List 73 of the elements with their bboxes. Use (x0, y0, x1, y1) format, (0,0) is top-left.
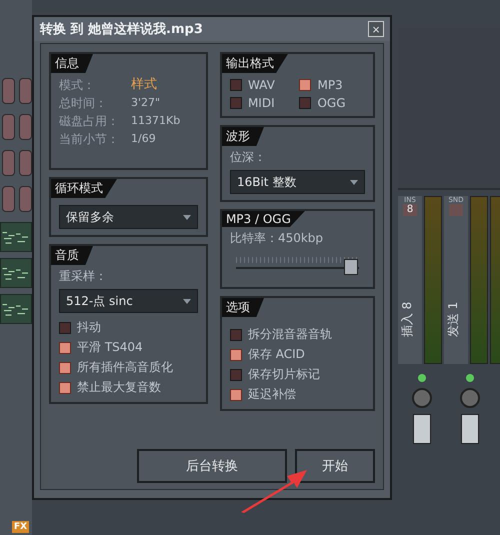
bit-depth-dropdown[interactable]: 16Bit 整数 (230, 170, 365, 194)
checkbox-label: MIDI (248, 96, 275, 110)
info-label: 模式： (59, 77, 96, 94)
led-icon (466, 374, 474, 382)
checkbox-label: MP3 (317, 78, 343, 92)
checkbox[interactable] (230, 79, 242, 91)
checkbox[interactable] (230, 328, 242, 340)
volume-fader[interactable] (461, 414, 479, 444)
checkbox[interactable] (230, 388, 242, 400)
info-label: 磁盘占用： (59, 113, 120, 130)
pad-button[interactable] (19, 150, 32, 176)
checkbox-label: 抖动 (77, 319, 101, 336)
info-value: 样式 (131, 76, 157, 94)
panel-heading: 循环模式 (51, 179, 117, 198)
checkbox-label: 保存 ACID (248, 346, 305, 363)
pad-button[interactable] (2, 78, 15, 104)
caret-icon (182, 298, 191, 304)
checkbox[interactable] (59, 322, 71, 334)
track-number[interactable]: 8 (403, 204, 417, 216)
pad-button[interactable] (2, 186, 15, 212)
checkbox[interactable] (59, 382, 71, 394)
checkbox-label: WAV (248, 78, 275, 92)
bitrate-label: 比特率：450kbp (228, 230, 324, 247)
pan-knob[interactable] (412, 388, 432, 408)
track-name: 插入 8 (399, 302, 416, 338)
track-name: 发送 1 (445, 302, 462, 338)
dialog-button[interactable]: 开始 (295, 449, 375, 483)
loop-mode-dropdown[interactable]: 保留多余 (59, 205, 198, 229)
checkbox-label: 保存切片标记 (248, 366, 320, 383)
checkbox[interactable] (299, 79, 312, 91)
led-icon (418, 374, 426, 382)
info-value: 3'27" (131, 95, 160, 111)
pad-button[interactable] (19, 186, 32, 212)
panel-heading: 波形 (222, 127, 264, 146)
checkbox[interactable] (299, 97, 312, 109)
info-label: 当前小节： (59, 131, 120, 148)
resample-dropdown[interactable]: 512-点 sinc (59, 289, 198, 313)
checkbox-label: 所有插件高音质化 (77, 359, 173, 376)
checkbox-label: 平滑 TS404 (77, 339, 143, 356)
panel-heading: 音质 (51, 246, 93, 265)
bitrate-slider[interactable] (236, 255, 359, 277)
window-title: 转换 到 她曾这样说我.mp3 (40, 20, 203, 38)
bit-depth-label: 位深： (228, 149, 267, 166)
pad-button[interactable] (19, 78, 32, 104)
checkbox-label: OGG (317, 96, 346, 110)
checkbox[interactable] (230, 368, 242, 380)
caret-icon (182, 214, 191, 220)
checkbox[interactable] (59, 362, 71, 374)
info-value: 1/69 (131, 131, 156, 147)
pad-button[interactable] (19, 114, 32, 140)
checkbox[interactable] (59, 342, 71, 354)
caret-icon (350, 180, 358, 184)
checkbox[interactable] (230, 97, 242, 109)
checkbox-label: 禁止最大复音数 (77, 379, 161, 396)
pad-button[interactable] (2, 114, 15, 140)
panel-heading: 选项 (222, 298, 264, 317)
panel-heading: MP3 / OGG (222, 211, 305, 227)
slider-thumb[interactable] (344, 259, 358, 275)
checkbox-label: 延迟补偿 (248, 386, 296, 403)
checkbox[interactable] (230, 348, 242, 360)
annotation-arrow (239, 468, 309, 514)
close-button[interactable]: × (368, 21, 384, 37)
panel-heading: 信息 (51, 54, 93, 73)
info-value: 11371Kb (131, 113, 180, 129)
volume-fader[interactable] (413, 414, 431, 444)
dialog-button[interactable]: 后台转换 (137, 449, 287, 483)
panel-heading: 输出格式 (222, 54, 288, 73)
pan-knob[interactable] (460, 388, 480, 408)
track-number[interactable] (449, 204, 463, 216)
checkbox-label: 拆分混音器音轨 (248, 326, 332, 343)
info-label: 总时间： (59, 95, 108, 112)
resample-label: 重采样： (58, 268, 108, 285)
pad-button[interactable] (2, 150, 15, 176)
